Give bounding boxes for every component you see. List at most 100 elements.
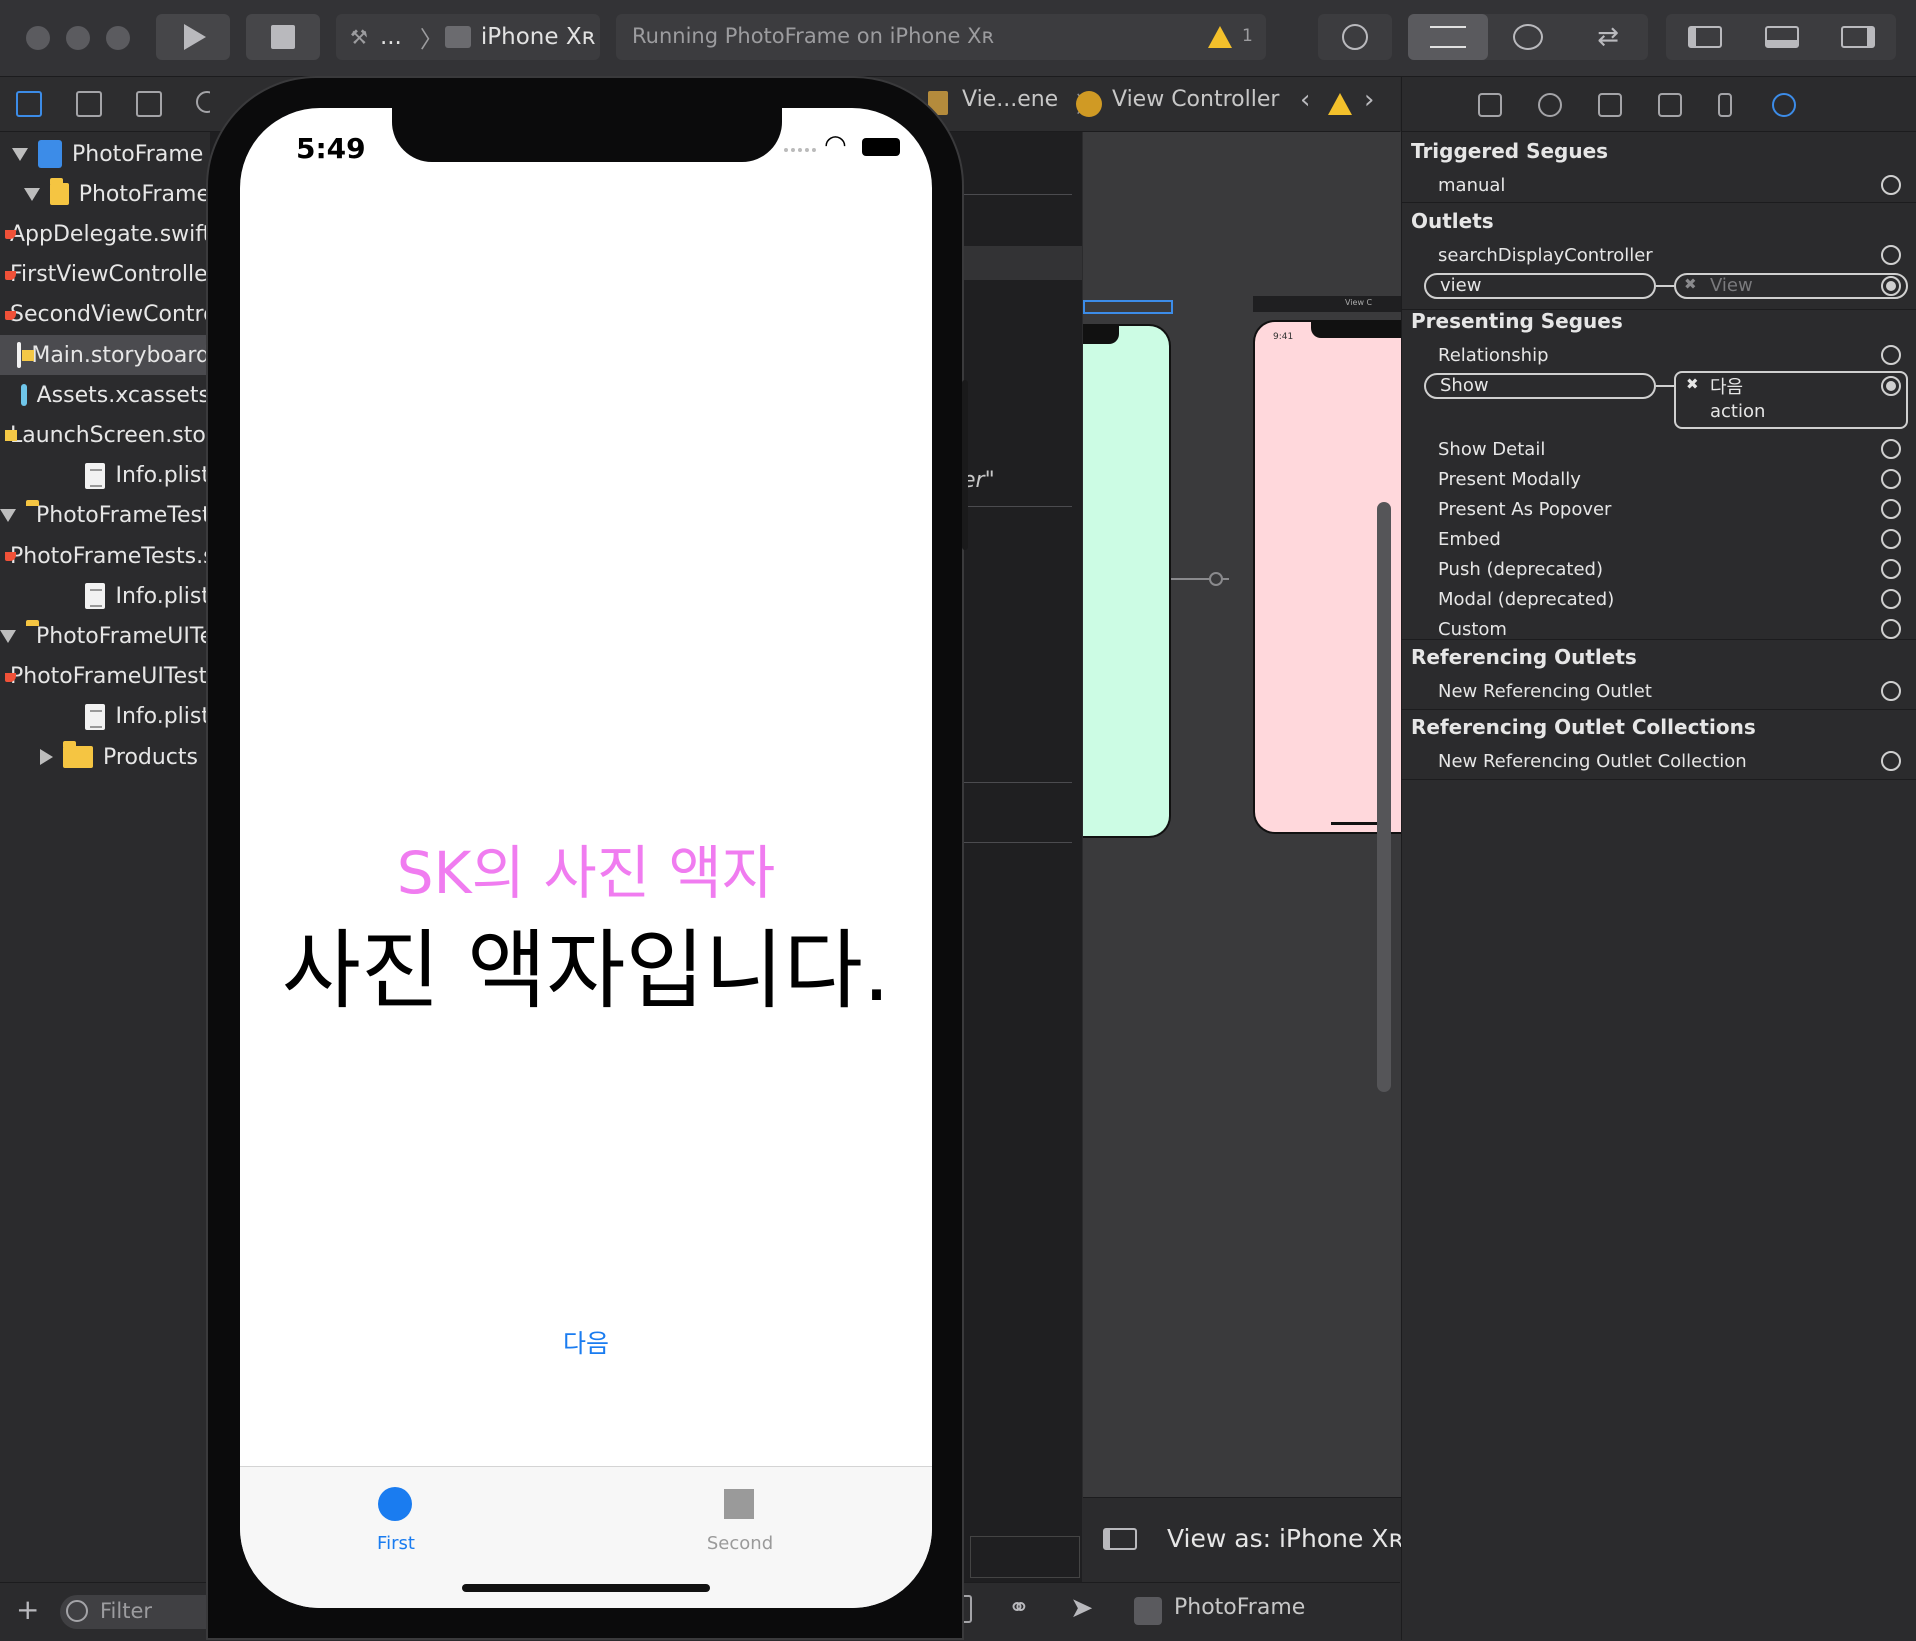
connection-circle[interactable] <box>1881 529 1901 549</box>
filter-icon <box>66 1600 88 1622</box>
navigator-item[interactable]: Products <box>0 737 210 777</box>
chevron-left-icon[interactable]: ‹ <box>1300 85 1310 115</box>
scheme-selector[interactable]: ⚒ ... 〉 iPhone Xʀ <box>336 14 600 60</box>
remove-connection-icon[interactable]: ✖ <box>1686 375 1699 393</box>
scene-title-bar[interactable] <box>1083 300 1173 314</box>
navigator-item-label: PhotoFrame <box>78 181 210 207</box>
symbol-navigator-icon[interactable] <box>136 91 162 117</box>
connection-circle-filled[interactable] <box>1881 276 1901 296</box>
segue-show-pill[interactable]: Show <box>1424 373 1656 399</box>
navigator-item-label: Info.plist <box>115 463 210 489</box>
chevron-right-icon[interactable]: › <box>1364 85 1374 115</box>
connection-circle[interactable] <box>1881 175 1901 195</box>
navigator-item[interactable]: Assets.xcassets <box>0 375 210 415</box>
segue-icon[interactable] <box>1209 572 1223 586</box>
library-button[interactable] <box>1318 14 1392 60</box>
remove-connection-icon[interactable]: ✖ <box>1684 275 1697 293</box>
run-button[interactable] <box>156 14 230 60</box>
connection-circle-filled[interactable] <box>1881 376 1901 396</box>
filter-input[interactable]: Filter <box>60 1595 210 1629</box>
navigator-item[interactable]: Info.plist <box>0 697 210 737</box>
connection-circle[interactable] <box>1881 345 1901 365</box>
show-outline-icon[interactable] <box>1103 1528 1137 1550</box>
connection-circle[interactable] <box>1881 589 1901 609</box>
connection-circle[interactable] <box>1881 619 1901 639</box>
toggle-navigator-button[interactable] <box>1666 14 1743 60</box>
scheme-project-label: ... <box>379 24 402 50</box>
triggered-segues-title: Triggered Segues <box>1411 139 1609 163</box>
plist-file-icon <box>85 703 106 730</box>
disclosure-triangle-icon[interactable] <box>0 509 16 523</box>
project-navigator-icon[interactable] <box>16 91 42 117</box>
outlet-view-target[interactable]: View <box>1674 273 1908 299</box>
segue-show-target[interactable]: ✖ 다음 action <box>1674 371 1908 429</box>
minimize-window-button[interactable] <box>66 26 90 50</box>
version-editor-button[interactable]: ⇄ <box>1568 14 1648 60</box>
size-inspector-icon[interactable] <box>1718 93 1732 117</box>
warning-icon[interactable] <box>1208 26 1232 48</box>
connection-circle[interactable] <box>1881 681 1901 701</box>
first-scene-preview[interactable] <box>1083 324 1171 838</box>
navigator-item[interactable]: PhotoFrameTests.swift <box>0 536 210 576</box>
scene-notch <box>1083 326 1119 344</box>
connection-circle[interactable] <box>1881 469 1901 489</box>
debug-target-label[interactable]: PhotoFrame <box>1174 1595 1305 1620</box>
disclosure-triangle-icon[interactable] <box>12 147 28 161</box>
assistant-editor-button[interactable] <box>1488 14 1568 60</box>
outline-row-highlight[interactable] <box>960 246 1082 280</box>
jumpbar-controller[interactable]: View Controller <box>1112 87 1279 112</box>
identity-inspector-icon[interactable] <box>1598 93 1622 117</box>
navigator-item[interactable]: PhotoFrameUITests.swift <box>0 657 210 697</box>
device-side-button <box>962 380 968 550</box>
app-title-label: 사진 액자입니다. <box>281 921 891 1021</box>
zoom-window-button[interactable] <box>106 26 130 50</box>
navigator-item-label: Products <box>103 744 198 770</box>
memory-graph-icon[interactable]: ⚭ <box>1008 1593 1030 1623</box>
storyboard-canvas[interactable]: View C 9:41 <box>1083 132 1403 1522</box>
outlet-view-pill[interactable]: view <box>1424 273 1656 299</box>
connection-circle[interactable] <box>1881 559 1901 579</box>
connection-circle[interactable] <box>1881 245 1901 265</box>
tab-second[interactable]: Second <box>680 1481 800 1567</box>
location-arrow-icon[interactable]: ➤ <box>1070 1591 1093 1624</box>
help-inspector-icon[interactable] <box>1538 93 1562 117</box>
simulator-screen[interactable]: 5:49 ◠ SK의 사진 액자 사진 액자입니다. 다음 First Seco… <box>240 108 932 1608</box>
stop-button[interactable] <box>246 14 320 60</box>
source-control-navigator-icon[interactable] <box>76 91 102 117</box>
attributes-inspector-icon[interactable] <box>1658 93 1682 117</box>
navigator-item[interactable]: SecondViewController.swift <box>0 295 210 335</box>
connection-circle[interactable] <box>1881 751 1901 771</box>
disclosure-triangle-icon[interactable] <box>0 629 16 643</box>
toggle-inspector-button[interactable] <box>1820 14 1896 60</box>
navigator-item[interactable]: LaunchScreen.storyboard <box>0 415 210 455</box>
disclosure-triangle-icon[interactable] <box>40 749 53 765</box>
navigator-item[interactable]: Main.storyboard <box>0 335 210 375</box>
jumpbar-scene[interactable]: Vie...ene <box>962 87 1058 112</box>
navigator-item[interactable]: PhotoFrameTests <box>0 496 210 536</box>
view-as-label[interactable]: View as: iPhone Xʀ <box>1167 1524 1404 1553</box>
add-file-icon[interactable]: + <box>16 1593 39 1626</box>
close-window-button[interactable] <box>26 26 50 50</box>
second-scene-title-bar[interactable]: View C <box>1253 296 1401 312</box>
connections-inspector-icon[interactable] <box>1772 93 1796 117</box>
toggle-debug-button[interactable] <box>1743 14 1820 60</box>
next-button[interactable]: 다음 <box>546 1324 626 1360</box>
navigator-item[interactable]: PhotoFrame <box>0 134 210 174</box>
outline-filter-box[interactable] <box>970 1536 1080 1578</box>
disclosure-triangle-icon[interactable] <box>24 187 41 201</box>
standard-editor-button[interactable] <box>1408 14 1488 60</box>
warning-icon[interactable] <box>1328 93 1352 115</box>
navigator-item[interactable]: AppDelegate.swift <box>0 214 210 254</box>
navigator-item[interactable]: FirstViewController.swift <box>0 255 210 295</box>
connection-circle[interactable] <box>1881 439 1901 459</box>
navigator-item[interactable]: Info.plist <box>0 576 210 616</box>
connection-circle[interactable] <box>1881 499 1901 519</box>
file-inspector-icon[interactable] <box>1478 93 1502 117</box>
vertical-scrollbar[interactable] <box>1377 502 1391 1092</box>
view-controller-icon <box>1076 91 1102 117</box>
navigator-item[interactable]: Info.plist <box>0 456 210 496</box>
navigator-item[interactable]: PhotoFrameUITests <box>0 616 210 656</box>
battery-icon <box>862 138 900 156</box>
tab-first[interactable]: First <box>336 1481 456 1567</box>
navigator-item[interactable]: PhotoFrame <box>0 174 210 214</box>
